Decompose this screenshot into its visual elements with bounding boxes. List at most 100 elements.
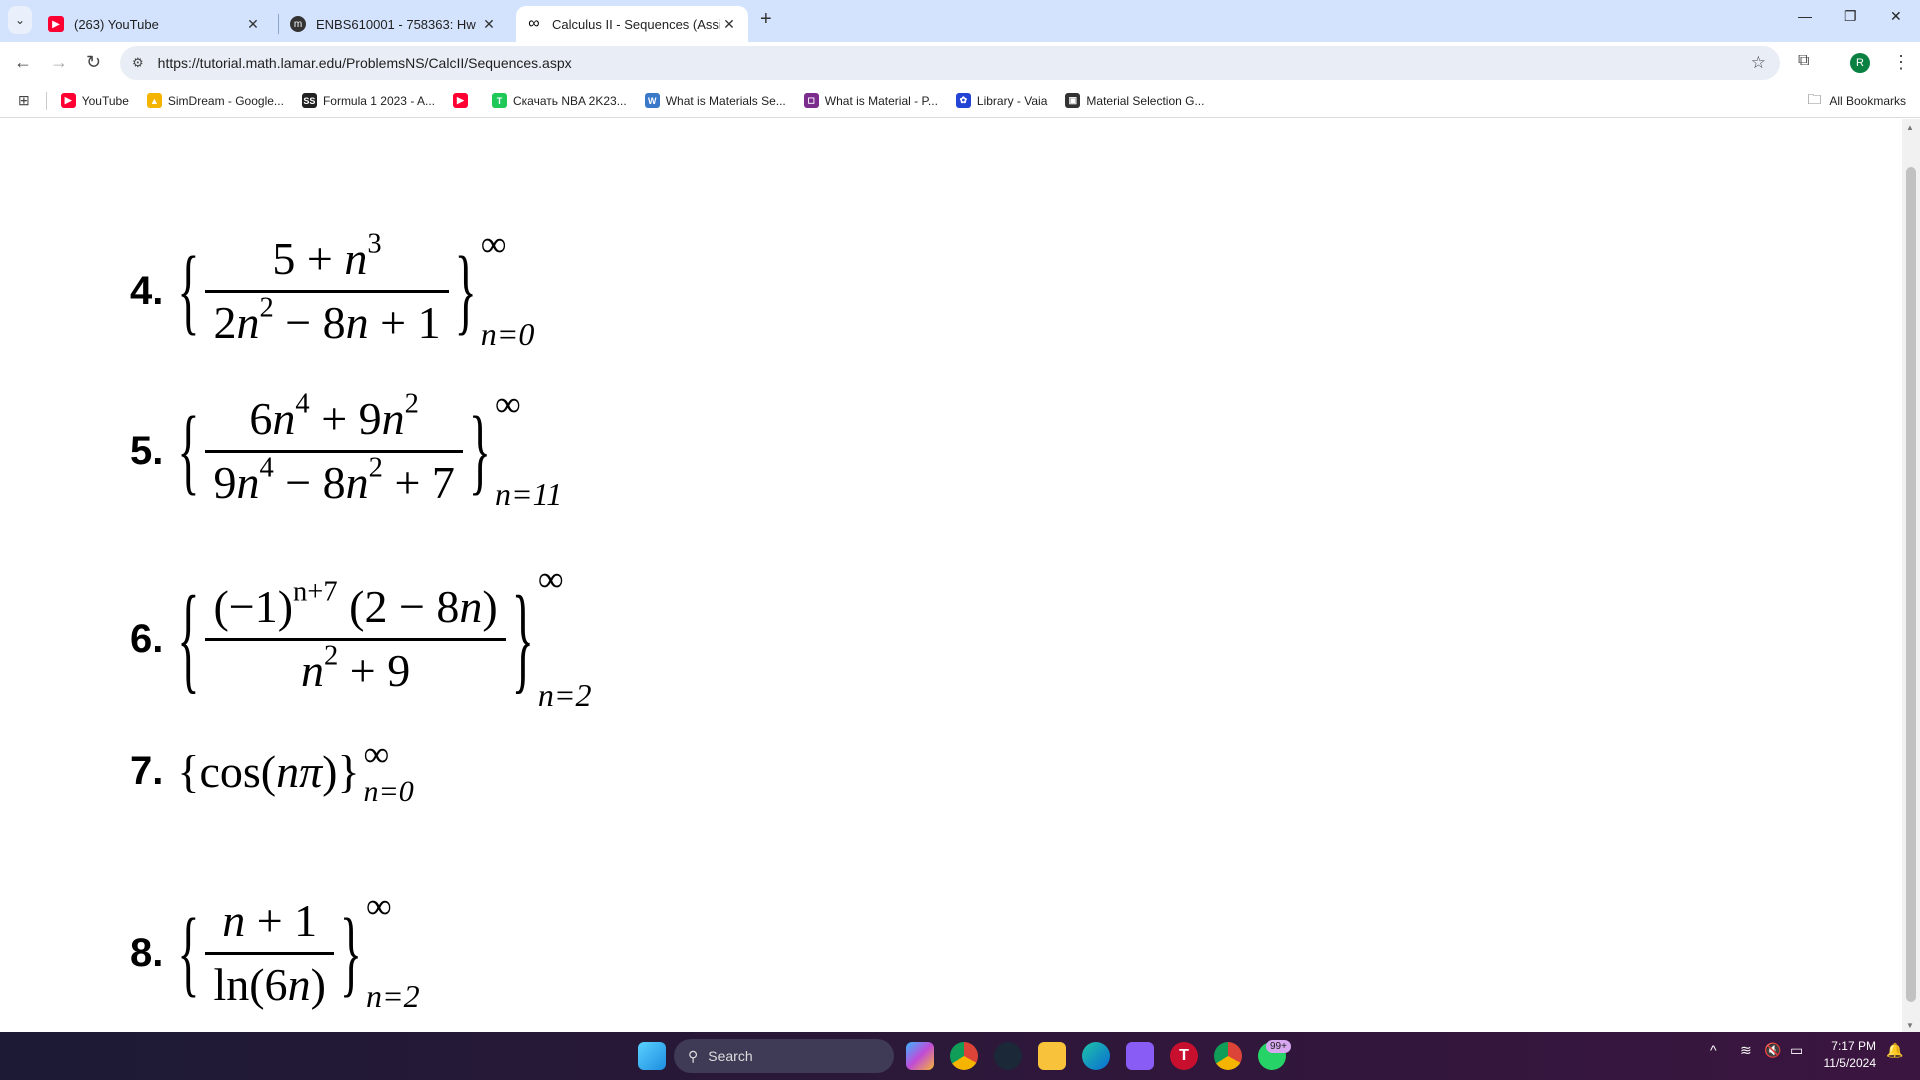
extensions-icon[interactable]: ⧉ [1798, 52, 1809, 70]
scrollbar-thumb[interactable] [1906, 167, 1916, 1002]
math-token: n+7 [293, 576, 338, 608]
google-drive-icon: ▲ [146, 93, 162, 108]
math-token: 3 [367, 228, 382, 260]
math-token: 2 [323, 640, 339, 672]
minimize-button[interactable]: — [1798, 8, 1812, 24]
fraction-bar [205, 289, 449, 293]
vertical-scrollbar[interactable]: ▲ ▼ [1902, 119, 1920, 1032]
math-token: 9 [213, 456, 237, 508]
search-icon: ⚲ [688, 1047, 699, 1064]
bookmark-label: Formula 1 2023 - A... [322, 93, 435, 108]
math-token: + 9 [338, 644, 411, 696]
new-tab-button[interactable]: + [760, 8, 772, 31]
left-brace: { [177, 236, 200, 344]
right-brace: } [468, 396, 491, 504]
scroll-up-arrow[interactable]: ▲ [1906, 123, 1914, 132]
math-token: − 8 [273, 456, 346, 508]
show-hidden-icons[interactable]: ^ [1710, 1042, 1717, 1058]
close-icon[interactable]: ✕ [480, 16, 498, 33]
search-placeholder: Search [708, 1048, 753, 1064]
tab-title: (263) YouTube [74, 16, 159, 32]
tab-search-dropdown[interactable]: ⌄ [8, 6, 32, 34]
close-icon[interactable]: ✕ [720, 16, 738, 33]
math-token: n [236, 296, 260, 348]
back-button[interactable]: ← [14, 52, 32, 73]
profile-avatar[interactable]: R [1850, 53, 1870, 73]
clock[interactable]: 7:17 PM 11/5/2024 [1824, 1038, 1877, 1072]
bookmark-item[interactable]: W What is Materials Se... [644, 93, 786, 108]
problem-number: 6. [130, 616, 164, 661]
fraction-bar [205, 637, 506, 641]
youtube-icon: ▶ [60, 93, 76, 108]
chrome-profile-icon[interactable] [1214, 1042, 1242, 1070]
all-bookmarks-button[interactable]: 🗀 All Bookmarks [1807, 89, 1906, 113]
bookmark-item[interactable]: ▣ Material Selection G... [1065, 93, 1204, 108]
index-limits: ∞ n=2 [365, 886, 420, 1015]
scroll-down-arrow[interactable]: ▼ [1906, 1021, 1914, 1030]
upper-limit: ∞ [365, 886, 392, 926]
bookmark-item[interactable]: ▶ YouTube [60, 93, 129, 108]
bookmark-item[interactable]: ✿ Library - Vaia [955, 93, 1048, 108]
bookmark-label: Скачать NBA 2K23... [513, 93, 627, 108]
restore-button[interactable]: ❐ [1844, 8, 1857, 25]
notification-badge: 99+ [1266, 1040, 1291, 1053]
notifications-bell-icon[interactable]: 🔔 [1886, 1042, 1903, 1059]
math-token: 2 [404, 388, 419, 420]
problem-4: 4.{5 + n3 2n2 − 8n + 1} ∞ n=0 [130, 224, 535, 353]
math-token: (2 − 8 [337, 580, 460, 632]
tab-calculus-sequences[interactable]: ∞ Calculus II - Sequences (Assignm ✕ [516, 6, 748, 42]
wifi-icon[interactable]: ≋ [1740, 1042, 1752, 1059]
math-token: )} [322, 745, 360, 797]
upper-limit: ∞ [363, 734, 390, 774]
site-info-icon[interactable]: ⚙ [132, 55, 144, 71]
lower-limit: n=2 [365, 978, 420, 1014]
battery-icon[interactable]: ▭ [1790, 1042, 1803, 1059]
forward-button[interactable]: → [50, 52, 68, 73]
fraction: 6n4 + 9n2 9n4 − 8n2 + 7 [205, 389, 463, 510]
index-limits: ∞ n=0 [364, 734, 414, 808]
left-brace: { [177, 571, 200, 704]
edge-icon[interactable] [1082, 1042, 1110, 1070]
math-token: − 8 [273, 296, 346, 348]
bookmark-star-icon[interactable]: ☆ [1751, 53, 1766, 73]
bookmark-item[interactable]: T Скачать NBA 2K23... [492, 93, 627, 108]
bookmark-list: ▶ YouTube ▲ SimDream - Google... SS Formula 1… [60, 93, 1223, 108]
browser-toolbar: ← → ↻ ⚙ https://tutorial.math.lamar.edu/… [0, 42, 1920, 84]
problem-number: 5. [130, 428, 164, 473]
url-text[interactable]: https://tutorial.math.lamar.edu/Problems… [158, 55, 572, 71]
date: 11/5/2024 [1823, 1056, 1877, 1070]
close-icon[interactable]: ✕ [244, 16, 262, 33]
math-token: n [300, 644, 324, 696]
fraction: n + 1 ln(6n) [205, 895, 334, 1012]
bookmark-item[interactable]: ◻ What is Material - P... [803, 93, 938, 108]
lower-limit: n=2 [537, 677, 592, 713]
problem-number: 8. [130, 930, 164, 975]
game-controller-icon[interactable] [1126, 1042, 1154, 1070]
steam-icon[interactable] [994, 1042, 1022, 1070]
bookmark-item[interactable]: ▶ [453, 93, 474, 108]
numerator: 6n4 + 9n2 [241, 389, 426, 446]
taskbar-search[interactable]: ⚲ Search [674, 1039, 894, 1073]
address-bar[interactable]: ⚙ https://tutorial.math.lamar.edu/Proble… [120, 46, 1780, 80]
chrome-icon[interactable] [950, 1042, 978, 1070]
copilot-icon[interactable] [906, 1042, 934, 1070]
bookmark-item[interactable]: ▲ SimDream - Google... [146, 93, 284, 108]
apps-grid-icon[interactable]: ⊞ [18, 92, 30, 109]
tab-youtube[interactable]: ▶ (263) YouTube ✕ [38, 6, 272, 42]
tab-moodle[interactable]: m ENBS610001 - 758363: Hw sequ ✕ [280, 6, 508, 42]
bookmark-item[interactable]: SS Formula 1 2023 - A... [301, 93, 435, 108]
math-token: n [287, 958, 311, 1010]
bookmark-label: Library - Vaia [976, 93, 1048, 108]
index-limits: ∞ n=0 [481, 224, 535, 353]
reload-button[interactable]: ↻ [86, 52, 101, 73]
windows-start-icon[interactable] [638, 1042, 666, 1070]
t-app-icon[interactable]: T [1170, 1042, 1198, 1070]
math-token: ) [482, 580, 498, 632]
volume-muted-icon[interactable]: 🔇 [1764, 1042, 1781, 1059]
divider [45, 91, 47, 110]
menu-icon[interactable]: ⋮ [1892, 52, 1910, 73]
denominator: ln(6n) [205, 959, 333, 1012]
close-window-button[interactable]: ✕ [1890, 8, 1902, 25]
tab-divider [278, 14, 279, 34]
file-explorer-icon[interactable] [1038, 1042, 1066, 1070]
